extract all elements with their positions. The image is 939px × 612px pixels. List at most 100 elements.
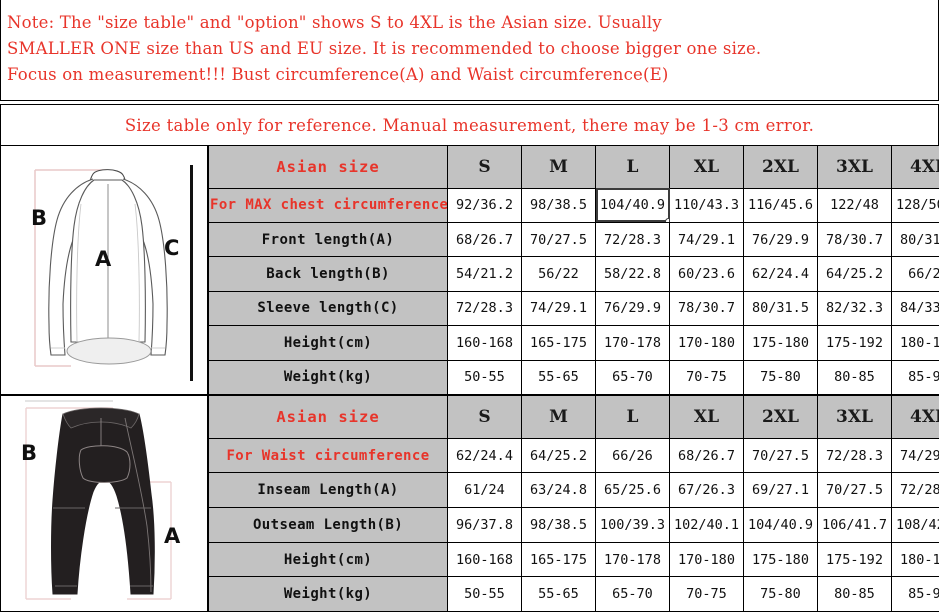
- jersey-cell[interactable]: 170-180: [669, 325, 744, 361]
- jersey-header-s[interactable]: S: [447, 145, 522, 189]
- jersey-cell[interactable]: 78/30.7: [817, 221, 892, 258]
- tights-cell[interactable]: 72/28.3: [817, 437, 892, 474]
- tights-cell[interactable]: 66/26: [595, 437, 670, 474]
- jersey-cell[interactable]: 60/23.6: [669, 256, 744, 292]
- tights-cell[interactable]: 61/24: [447, 472, 522, 509]
- tights-header-l[interactable]: L: [595, 395, 670, 439]
- tights-cell[interactable]: 63/24.8: [521, 472, 596, 509]
- jersey-cell[interactable]: 62/24.4: [743, 256, 818, 292]
- tights-cell[interactable]: 160-168: [447, 541, 522, 578]
- jersey-cell[interactable]: 64/25.2: [817, 256, 892, 292]
- tights-header-xl[interactable]: XL: [669, 395, 744, 439]
- jersey-row-label[interactable]: Sleeve length(C): [208, 290, 448, 327]
- jersey-cell[interactable]: 74/29.1: [521, 290, 596, 327]
- jersey-cell[interactable]: 70-75: [669, 359, 744, 396]
- jersey-header-xl[interactable]: XL: [669, 145, 744, 189]
- jersey-cell[interactable]: 80/31.5: [743, 290, 818, 327]
- tights-cell[interactable]: 170-180: [669, 541, 744, 578]
- tights-cell[interactable]: 62/24.4: [447, 437, 522, 474]
- jersey-row-label[interactable]: Front length(A): [208, 221, 448, 258]
- tights-cell[interactable]: 65-70: [595, 576, 670, 612]
- tights-cell[interactable]: 50-55: [447, 576, 522, 612]
- jersey-cell[interactable]: 98/38.5: [521, 187, 596, 223]
- tights-cell[interactable]: 175-180: [743, 541, 818, 578]
- jersey-cell[interactable]: 66/26: [891, 256, 939, 292]
- jersey-cell[interactable]: 116/45.6: [743, 187, 818, 223]
- tights-cell[interactable]: 69/27.1: [743, 472, 818, 509]
- jersey-cell[interactable]: 76/29.9: [743, 221, 818, 258]
- jersey-header-4xl[interactable]: 4XL: [891, 145, 939, 189]
- tights-cell[interactable]: 85-95: [891, 576, 939, 612]
- tights-row-label[interactable]: For Waist circumference: [208, 437, 448, 474]
- jersey-header-m[interactable]: M: [521, 145, 596, 189]
- tights-cell[interactable]: 170-178: [595, 541, 670, 578]
- tights-cell[interactable]: 64/25.2: [521, 437, 596, 474]
- tights-cell[interactable]: 70-75: [669, 576, 744, 612]
- tights-cell[interactable]: 72/28.3: [891, 472, 939, 509]
- jersey-cell[interactable]: 170-178: [595, 325, 670, 361]
- jersey-cell[interactable]: 180-195: [891, 325, 939, 361]
- tights-header-2xl[interactable]: 2XL: [743, 395, 818, 439]
- jersey-header-l[interactable]: L: [595, 145, 670, 189]
- tights-cell[interactable]: 67/26.3: [669, 472, 744, 509]
- tights-header-s[interactable]: S: [447, 395, 522, 439]
- tights-cell[interactable]: 96/37.8: [447, 507, 522, 543]
- jersey-cell[interactable]: 84/33.1: [891, 290, 939, 327]
- jersey-cell[interactable]: 70/27.5: [521, 221, 596, 258]
- tights-cell[interactable]: 70/27.5: [817, 472, 892, 509]
- tights-cell[interactable]: 80-85: [817, 576, 892, 612]
- jersey-cell[interactable]: 74/29.1: [669, 221, 744, 258]
- tights-cell[interactable]: 165-175: [521, 541, 596, 578]
- jersey-row-label[interactable]: Weight(kg): [208, 359, 448, 396]
- jersey-cell[interactable]: 65-70: [595, 359, 670, 396]
- tights-row-label[interactable]: Weight(kg): [208, 576, 448, 612]
- tights-cell[interactable]: 175-192: [817, 541, 892, 578]
- jersey-cell[interactable]: 72/28.3: [595, 221, 670, 258]
- tights-cell[interactable]: 180-195: [891, 541, 939, 578]
- jersey-cell[interactable]: 165-175: [521, 325, 596, 361]
- jersey-cell[interactable]: 92/36.2: [447, 187, 522, 223]
- jersey-cell[interactable]: 56/22: [521, 256, 596, 292]
- tights-header-label[interactable]: Asian size: [208, 395, 448, 439]
- jersey-cell[interactable]: 72/28.3: [447, 290, 522, 327]
- jersey-cell[interactable]: 160-168: [447, 325, 522, 361]
- tights-row-label[interactable]: Inseam Length(A): [208, 472, 448, 509]
- tights-row-label[interactable]: Outseam Length(B): [208, 507, 448, 543]
- tights-cell[interactable]: 102/40.1: [669, 507, 744, 543]
- tights-cell[interactable]: 100/39.3: [595, 507, 670, 543]
- jersey-cell[interactable]: 78/30.7: [669, 290, 744, 327]
- jersey-cell[interactable]: 104/40.9: [595, 187, 670, 223]
- tights-cell[interactable]: 70/27.5: [743, 437, 818, 474]
- tights-cell[interactable]: 106/41.7: [817, 507, 892, 543]
- tights-cell[interactable]: 55-65: [521, 576, 596, 612]
- tights-cell[interactable]: 68/26.7: [669, 437, 744, 474]
- jersey-row-label[interactable]: Back length(B): [208, 256, 448, 292]
- tights-header-3xl[interactable]: 3XL: [817, 395, 892, 439]
- tights-header-m[interactable]: M: [521, 395, 596, 439]
- tights-row-label[interactable]: Height(cm): [208, 541, 448, 578]
- jersey-cell[interactable]: 68/26.7: [447, 221, 522, 258]
- tights-cell[interactable]: 75-80: [743, 576, 818, 612]
- jersey-cell[interactable]: 58/22.8: [595, 256, 670, 292]
- jersey-header-label[interactable]: Asian size: [208, 145, 448, 189]
- jersey-cell[interactable]: 128/50.2: [891, 187, 939, 223]
- jersey-cell[interactable]: 110/43.3: [669, 187, 744, 223]
- jersey-row-label[interactable]: Height(cm): [208, 325, 448, 361]
- jersey-row-label[interactable]: For MAX chest circumference: [208, 187, 448, 223]
- jersey-cell[interactable]: 175-192: [817, 325, 892, 361]
- jersey-header-2xl[interactable]: 2XL: [743, 145, 818, 189]
- selection-handle[interactable]: [665, 217, 669, 222]
- jersey-cell[interactable]: 54/21.2: [447, 256, 522, 292]
- jersey-cell[interactable]: 55-65: [521, 359, 596, 396]
- jersey-cell[interactable]: 82/32.3: [817, 290, 892, 327]
- tights-header-4xl[interactable]: 4XL: [891, 395, 939, 439]
- jersey-cell[interactable]: 80-85: [817, 359, 892, 396]
- jersey-cell[interactable]: 175-180: [743, 325, 818, 361]
- jersey-cell[interactable]: 50-55: [447, 359, 522, 396]
- jersey-cell[interactable]: 76/29.9: [595, 290, 670, 327]
- tights-cell[interactable]: 74/29.1: [891, 437, 939, 474]
- jersey-cell[interactable]: 80/31.5: [891, 221, 939, 258]
- jersey-header-3xl[interactable]: 3XL: [817, 145, 892, 189]
- jersey-cell[interactable]: 75-80: [743, 359, 818, 396]
- tights-cell[interactable]: 98/38.5: [521, 507, 596, 543]
